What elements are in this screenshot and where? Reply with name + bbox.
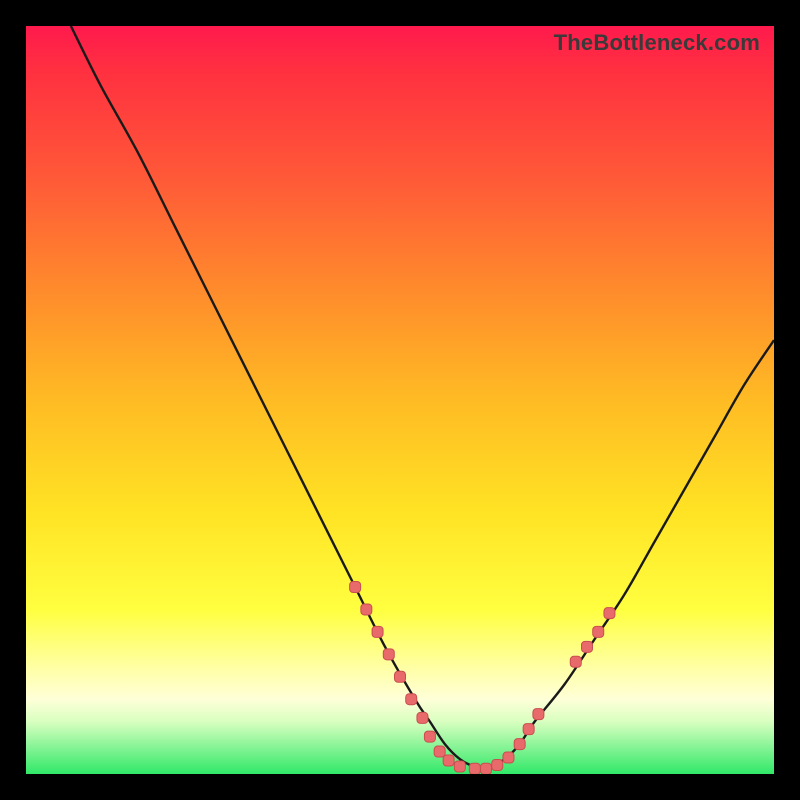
curve-marker bbox=[361, 604, 372, 615]
curve-marker bbox=[469, 763, 480, 774]
curve-marker bbox=[443, 755, 454, 766]
curve-marker bbox=[434, 746, 445, 757]
curve-marker bbox=[424, 731, 435, 742]
curve-marker bbox=[492, 760, 503, 771]
curve-marker bbox=[417, 712, 428, 723]
curve-marker bbox=[593, 626, 604, 637]
curve-marker bbox=[454, 761, 465, 772]
curve-marker bbox=[383, 649, 394, 660]
watermark-text: TheBottleneck.com bbox=[554, 30, 760, 56]
bottleneck-curve-line bbox=[71, 26, 774, 767]
curve-marker bbox=[533, 709, 544, 720]
chart-plot-area: TheBottleneck.com bbox=[26, 26, 774, 774]
curve-marker bbox=[406, 694, 417, 705]
curve-marker bbox=[604, 608, 615, 619]
curve-marker bbox=[570, 656, 581, 667]
curve-marker bbox=[372, 626, 383, 637]
curve-marker bbox=[523, 724, 534, 735]
curve-marker bbox=[582, 641, 593, 652]
curve-marker bbox=[350, 582, 361, 593]
curve-marker bbox=[514, 739, 525, 750]
curve-marker bbox=[503, 752, 514, 763]
curve-marker bbox=[395, 671, 406, 682]
curve-markers bbox=[350, 582, 615, 775]
curve-marker bbox=[481, 763, 492, 774]
chart-svg bbox=[26, 26, 774, 774]
